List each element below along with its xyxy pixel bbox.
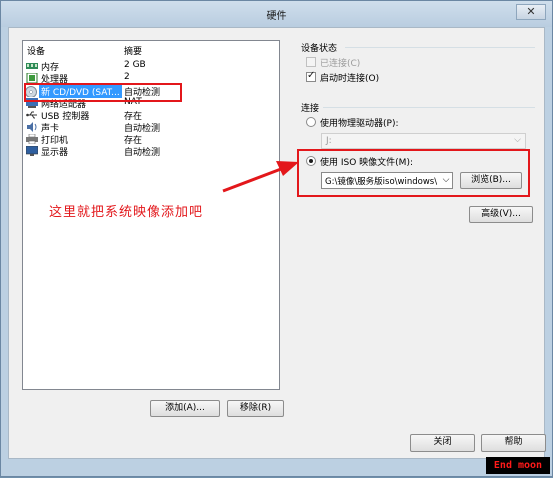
annotation-text: 这里就把系统映像添加吧	[49, 205, 204, 220]
annotation-arrow-layer	[222, 161, 299, 193]
annotation-arrow	[222, 161, 299, 193]
hardware-dialog: 硬件 ✕ 设备 摘要 内存 2 GB 处理器 2 新 CD/DVD (SAT..…	[0, 0, 553, 477]
watermark: End moon	[486, 457, 550, 474]
